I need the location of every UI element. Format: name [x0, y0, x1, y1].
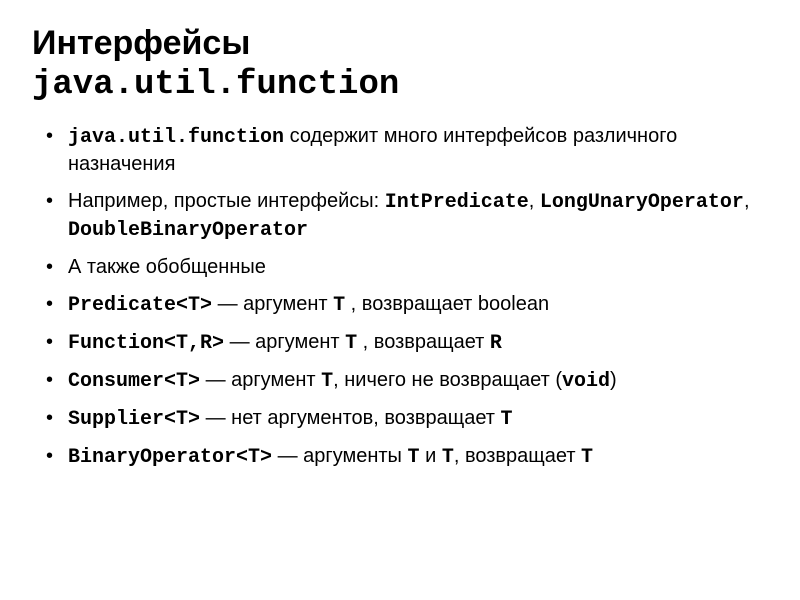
text-run: Supplier<T> — [68, 408, 200, 431]
text-run: Consumer<T> — [68, 370, 200, 393]
text-run: , — [744, 190, 750, 212]
text-run: BinaryOperator<T> — [68, 446, 272, 469]
text-run: , возвращает — [454, 445, 581, 467]
text-run: Predicate<T> — [68, 294, 212, 317]
list-item: Consumer<T> — аргумент T, ничего не возв… — [68, 367, 768, 395]
list-item: Function<T,R> — аргумент T , возвращает … — [68, 329, 768, 357]
text-run: Например, простые интерфейсы: — [68, 190, 385, 212]
text-run: — аргумент — [200, 369, 321, 391]
text-run: ) — [610, 369, 617, 391]
list-item: BinaryOperator<T> — аргументы T и T, воз… — [68, 443, 768, 471]
text-run: T — [442, 446, 454, 469]
text-run: LongUnaryOperator — [540, 191, 744, 214]
text-run: T — [408, 446, 420, 469]
text-run: T — [501, 408, 513, 431]
text-run: T — [345, 332, 357, 355]
text-run: , ничего не возвращает ( — [333, 369, 562, 391]
text-run: — аргументы — [272, 445, 407, 467]
text-run: А также обобщенные — [68, 256, 266, 278]
text-run: и — [420, 445, 442, 467]
list-item: Например, простые интерфейсы: IntPredica… — [68, 188, 768, 244]
text-run: — аргумент — [212, 293, 333, 315]
slide-title: Интерфейсы java.util.function — [32, 24, 768, 105]
text-run: T — [333, 294, 345, 317]
list-item: Supplier<T> — нет аргументов, возвращает… — [68, 405, 768, 433]
text-run: T — [581, 446, 593, 469]
text-run: Function<T,R> — [68, 332, 224, 355]
bullet-list: java.util.function содержит много интерф… — [32, 123, 768, 471]
list-item: Predicate<T> — аргумент T , возвращает b… — [68, 291, 768, 319]
list-item: А также обобщенные — [68, 254, 768, 281]
title-line2-code: java.util.function — [32, 66, 399, 104]
title-line1: Интерфейсы — [32, 24, 250, 62]
list-item: java.util.function содержит много интерф… — [68, 123, 768, 178]
text-run: R — [490, 332, 502, 355]
text-run: , — [529, 190, 540, 212]
text-run: — аргумент — [224, 331, 345, 353]
text-run: , возвращает — [357, 331, 490, 353]
text-run: java.util.function — [68, 126, 284, 149]
text-run: — нет аргументов, возвращает — [200, 407, 500, 429]
text-run: , возвращает boolean — [345, 293, 549, 315]
text-run: DoubleBinaryOperator — [68, 219, 308, 242]
text-run: T — [321, 370, 333, 393]
text-run: void — [562, 370, 610, 393]
text-run: IntPredicate — [385, 191, 529, 214]
